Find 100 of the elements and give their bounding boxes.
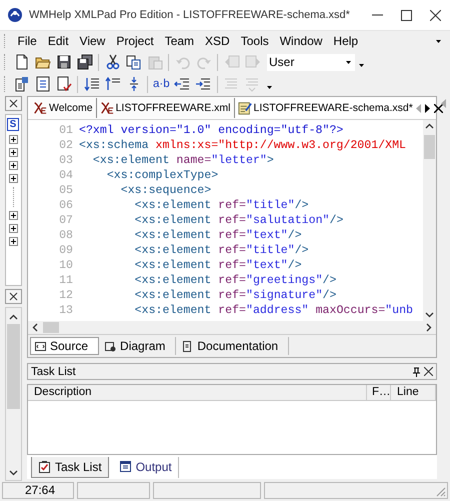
line-number: 05 [58, 183, 74, 198]
line-number: 02 [58, 138, 74, 153]
scrollbar-thumb[interactable] [424, 135, 435, 159]
left-triangle-icon[interactable] [441, 99, 446, 108]
code-line: <xs:element ref="salutation"/> [134, 213, 344, 228]
copy-icon [126, 54, 142, 70]
line-number: 08 [58, 228, 74, 243]
horizontal-scrollbar[interactable] [28, 321, 436, 334]
down-chevron-icon [8, 470, 18, 476]
toolbar-button[interactable]: a·b [151, 74, 172, 94]
lines-right-arrow-icon [195, 76, 212, 92]
close-button[interactable] [4, 289, 22, 304]
up-chevron-icon [8, 314, 18, 320]
close-icon [8, 292, 18, 301]
document-right-arrow-icon [244, 54, 260, 70]
code-line: <xs:schema xmlns:xs="http://www.w3.org/2001/XML [79, 138, 406, 153]
expand-icon[interactable] [8, 161, 18, 170]
notepad-pencil-icon [238, 101, 252, 115]
menu-item[interactable]: Window [274, 32, 328, 50]
scissors-icon [104, 54, 120, 70]
clipboard-check-icon [38, 460, 51, 474]
document-left-arrow-icon [224, 54, 240, 70]
close-icon[interactable] [434, 104, 443, 112]
line-number: 13 [58, 303, 74, 318]
column-header[interactable]: Line [391, 385, 436, 400]
menu-item[interactable]: Edit [42, 32, 74, 50]
right-chevron-icon [426, 323, 432, 332]
menu-item[interactable]: Tools [235, 32, 274, 50]
expand-icon[interactable] [8, 224, 18, 233]
scrollbar-thumb[interactable] [43, 322, 59, 333]
document-badge-icon [14, 76, 30, 92]
close-icon[interactable] [430, 10, 441, 20]
window-lines-icon [118, 460, 132, 474]
panel-tab[interactable]: Output [112, 456, 179, 478]
menu-item[interactable]: Team [159, 32, 200, 50]
menu-item[interactable]: Help [328, 32, 364, 50]
close-button[interactable] [4, 96, 22, 111]
document-check-icon [56, 76, 72, 92]
floppy-disks-icon [76, 54, 92, 70]
lines-up-arrow-icon [104, 76, 120, 92]
document-icon [14, 54, 30, 70]
code-line: <xs:element ref="title"/> [134, 243, 309, 258]
view-tab[interactable]: Documentation [178, 337, 290, 355]
scrollbar[interactable] [4, 307, 22, 481]
panel-title: Task List [31, 366, 77, 378]
user-dropdown[interactable]: User [267, 54, 355, 70]
line-number: 09 [58, 243, 74, 258]
line-number: 11 [58, 273, 74, 288]
code-line: <xs:element ref="greetings"/> [134, 273, 336, 288]
caret-icon[interactable] [358, 62, 365, 68]
diagram-icon [105, 340, 116, 352]
column-header[interactable]: F… [367, 385, 391, 400]
code-line: <xs:complexType> [106, 168, 218, 183]
line-number: 06 [58, 198, 74, 213]
scrollbar-thumb[interactable] [6, 324, 20, 409]
code-line: <xs:element ref="address" maxOccurs="unb [134, 303, 413, 318]
document-tab[interactable]: Welcome [30, 98, 97, 118]
document-lines-icon [34, 76, 50, 92]
code-line: <xs:element ref="text"/> [134, 258, 302, 273]
menu-item[interactable]: Project [110, 32, 160, 50]
expand-icon[interactable] [8, 211, 18, 220]
code-line: <?xml version="1.0" encoding="utf-8"?> [79, 123, 344, 138]
app-logo-icon [7, 7, 23, 23]
close-icon [8, 99, 18, 108]
maximize-icon[interactable] [401, 10, 412, 20]
lines-down-arrow-icon [84, 76, 100, 92]
line-number: 12 [58, 288, 74, 303]
code-window-icon [35, 340, 46, 352]
expand-icon[interactable] [8, 237, 18, 246]
expand-icon[interactable] [8, 135, 18, 144]
column-header[interactable]: Description [28, 385, 367, 400]
line-number: 04 [58, 168, 74, 183]
close-icon[interactable] [424, 367, 433, 376]
menu-item[interactable]: View [74, 32, 111, 50]
clipboard-icon [146, 54, 162, 70]
document-tab[interactable]: LISTOFFREEWARE.xml [96, 98, 235, 118]
view-tab[interactable]: Source [30, 337, 100, 355]
caret-icon[interactable] [266, 84, 273, 90]
right-triangle-icon[interactable] [424, 104, 430, 112]
window-title: WMHelp XMLPad Pro Edition - LISTOFFREEWARE-schema.xsd* [29, 9, 351, 21]
left-chevron-icon [32, 323, 38, 332]
expand-icon[interactable] [8, 174, 18, 183]
menu-item[interactable]: XSD [200, 32, 236, 50]
expand-icon[interactable] [8, 148, 18, 157]
vertical-scrollbar[interactable] [423, 120, 436, 321]
page-icon [182, 340, 194, 352]
lines-caret-icon [244, 76, 260, 92]
view-tab[interactable]: Diagram [101, 337, 176, 355]
line-number: 03 [58, 153, 74, 168]
menu-item[interactable]: File [12, 32, 42, 50]
resize-grip-icon[interactable] [434, 485, 446, 497]
line-number: 10 [58, 258, 74, 273]
line-number: 07 [58, 213, 74, 228]
panel-tab[interactable]: Task List [31, 456, 109, 478]
overflow-caret-icon[interactable] [435, 38, 442, 44]
pin-icon[interactable] [412, 366, 421, 376]
dropdown-caret-icon [345, 59, 352, 65]
code-line: <xs:element name="letter"> [92, 153, 274, 168]
code-line: <xs:sequence> [120, 183, 212, 198]
code-line: <xs:element ref="signature"/> [134, 288, 336, 303]
